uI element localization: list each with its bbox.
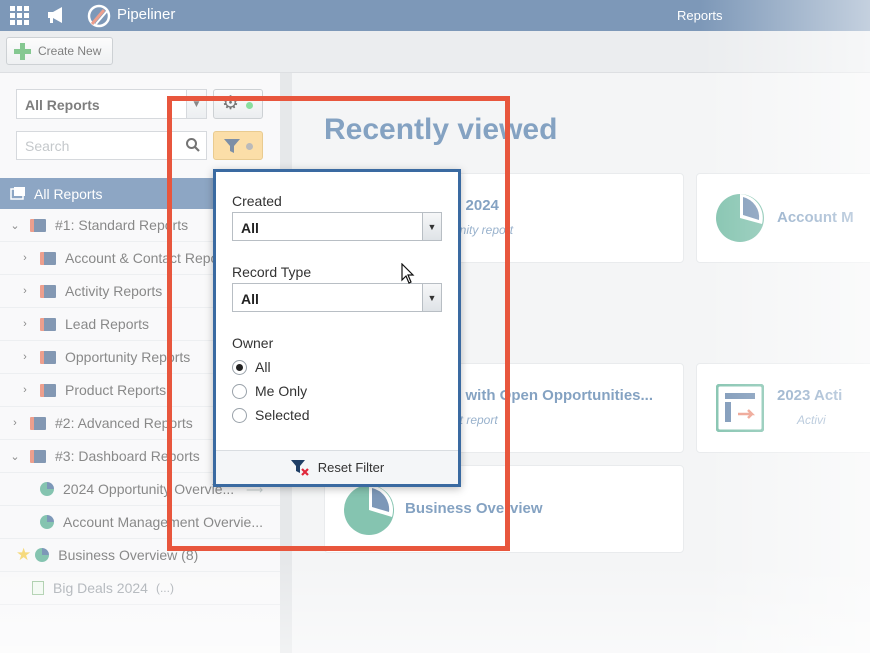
report-doc-icon (32, 581, 44, 595)
created-value: All (241, 220, 259, 236)
report-folder-icon (40, 284, 56, 298)
tree-item-label: Big Deals 2024 (53, 580, 148, 596)
chevron-right-icon[interactable]: › (16, 318, 34, 330)
tree-item-label: Account & Contact Reports (65, 250, 234, 266)
mouse-cursor-icon (401, 263, 415, 284)
dashboard-pie-icon (344, 485, 394, 535)
reset-filter-button[interactable]: Reset Filter (216, 450, 458, 484)
app-name: Pipeliner (117, 6, 176, 23)
chevron-right-icon[interactable]: › (6, 417, 24, 429)
filter-status-dot (246, 143, 253, 150)
dashboard-pie-icon (716, 194, 764, 242)
create-new-button[interactable]: Create New (6, 37, 113, 65)
gear-icon: ⚙ (222, 93, 240, 114)
report-folder-icon (40, 251, 56, 265)
chevron-right-icon[interactable]: › (16, 351, 34, 363)
search-field[interactable] (16, 131, 207, 160)
tree-report-business-overview[interactable]: ★ Business Overview (8) (0, 539, 280, 572)
report-folder-icon (40, 383, 56, 397)
record-type-value: All (241, 291, 259, 307)
filter-button[interactable] (213, 131, 263, 160)
megaphone-icon[interactable] (46, 5, 68, 25)
tree-item-label: Product Reports (65, 382, 167, 398)
create-new-label: Create New (38, 44, 102, 58)
reset-filter-icon (290, 459, 309, 476)
owner-option-label: Selected (255, 407, 310, 423)
tree-item-label: #1: Standard Reports (55, 217, 189, 233)
search-input[interactable] (17, 132, 167, 159)
tree-item-label: Lead Reports (65, 316, 150, 332)
top-bar: Pipeliner Reports (0, 0, 870, 31)
page-title: Reports (677, 8, 723, 23)
tree-report-big-deals[interactable]: Big Deals 2024 (...) (0, 572, 280, 605)
tree-item-badge: (...) (155, 581, 174, 595)
tree-root-label: All Reports (34, 185, 103, 202)
tree-item-label: #3: Dashboard Reports (55, 448, 200, 464)
record-type-select[interactable]: All ▼ (232, 283, 442, 312)
pipeliner-logo-icon (87, 4, 111, 28)
tree-report-account-management[interactable]: Account Management Overvie... (0, 506, 280, 539)
favorite-star-icon[interactable]: ★ (16, 545, 31, 565)
created-select[interactable]: All ▼ (232, 212, 442, 241)
status-dot (246, 102, 253, 109)
tree-item-label: Account Management Overvie... (63, 514, 263, 530)
chevron-right-icon[interactable]: › (16, 252, 34, 264)
chevron-right-icon[interactable]: › (16, 285, 34, 297)
owner-radio-me-only[interactable]: Me Only (232, 383, 307, 399)
recently-viewed-heading: Recently viewed (324, 113, 558, 146)
tree-item-label: Opportunity Reports (65, 349, 191, 365)
chevron-down-icon[interactable]: ▼ (422, 213, 441, 240)
report-folder-icon (40, 350, 56, 364)
card-title: s with Open Opportunities... (453, 387, 654, 404)
tree-item-label: #2: Advanced Reports (55, 415, 193, 431)
report-view-value: All Reports (25, 97, 100, 113)
plus-icon (14, 42, 31, 60)
card-title: Business Overview (405, 500, 543, 517)
app-grid-icon[interactable] (10, 6, 29, 25)
card-subtitle: unity report (453, 223, 514, 237)
reset-filter-label: Reset Filter (317, 460, 385, 475)
report-folder-icon (30, 449, 46, 463)
filter-icon (224, 139, 240, 153)
created-label: Created (232, 193, 282, 209)
owner-radio-selected[interactable]: Selected (232, 407, 309, 423)
dashboard-pie-icon (35, 548, 50, 562)
chevron-down-icon[interactable]: ▼ (186, 90, 206, 118)
card-title: 2023 Acti (777, 387, 843, 404)
chevron-right-icon[interactable]: › (16, 384, 34, 396)
owner-option-label: All (255, 359, 271, 375)
report-view-select[interactable]: All Reports ▼ (16, 89, 207, 119)
owner-label: Owner (232, 335, 274, 351)
tree-item-label: Business Overview (8) (58, 547, 199, 563)
settings-button[interactable]: ⚙ (213, 89, 263, 119)
filter-popup: Created All ▼ Record Type All ▼ Owner Al… (213, 169, 461, 487)
dashboard-pie-icon (40, 515, 54, 529)
owner-option-label: Me Only (255, 383, 308, 399)
report-folder-icon (30, 416, 46, 430)
card-subtitle: Activi (797, 413, 826, 427)
chevron-down-icon[interactable]: ⌄ (6, 450, 24, 463)
owner-radio-all[interactable]: All (232, 359, 271, 375)
card-title: Account M (777, 209, 854, 226)
record-type-label: Record Type (232, 264, 312, 280)
chevron-down-icon[interactable]: ▼ (422, 284, 441, 311)
chevron-down-icon[interactable]: ⌄ (6, 219, 24, 232)
activity-report-icon (716, 384, 764, 432)
radio-selected-icon[interactable] (232, 359, 247, 375)
recent-card-account-management[interactable]: Account M (696, 173, 870, 263)
reports-icon (10, 186, 25, 200)
recent-card-2023-activities[interactable]: 2023 Acti Activi (696, 363, 870, 453)
report-folder-icon (30, 218, 46, 232)
search-icon[interactable] (185, 137, 201, 153)
tree-item-label: 2024 Opportunity Overvie... (63, 481, 235, 497)
dashboard-pie-icon (40, 482, 54, 496)
report-folder-icon (40, 317, 56, 331)
radio-icon[interactable] (232, 407, 247, 423)
radio-icon[interactable] (232, 383, 247, 399)
toolbar: Create New (0, 31, 870, 73)
tree-item-label: Activity Reports (65, 283, 163, 299)
